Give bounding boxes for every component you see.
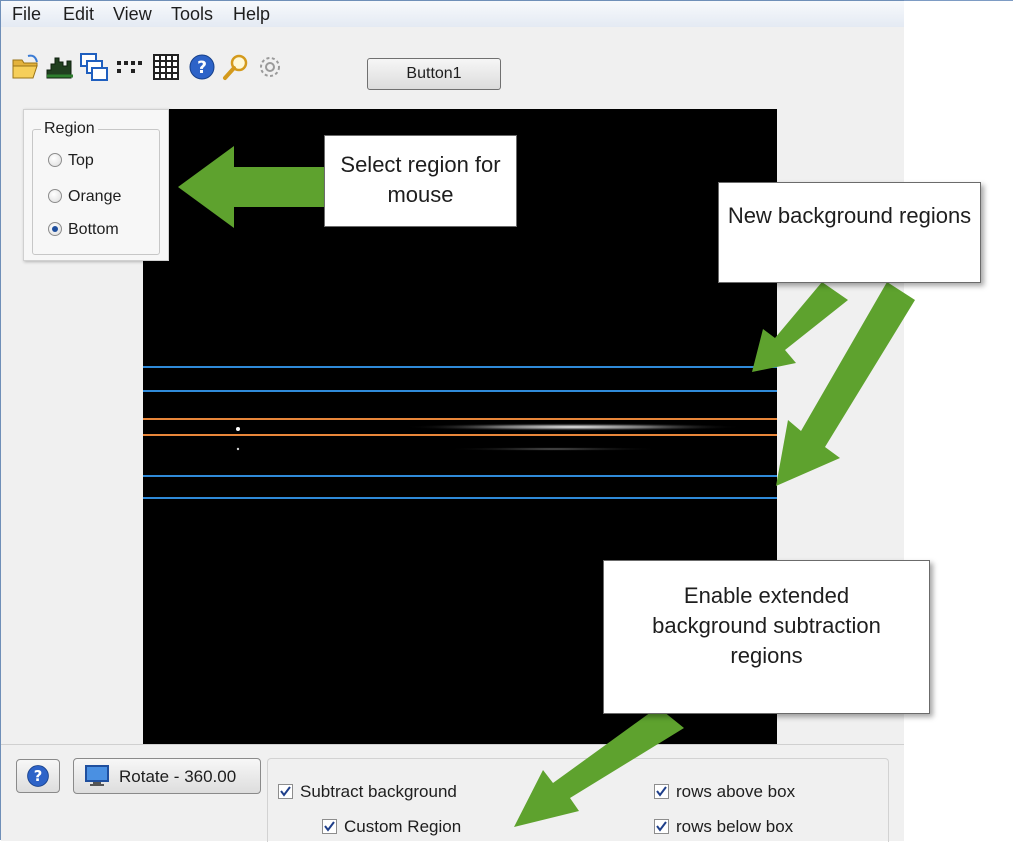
- arrow-to-custom-region: [514, 707, 684, 827]
- arrow-to-region: [178, 146, 330, 228]
- callout-new-background: New background regions: [718, 182, 981, 283]
- callout-enable-extended: Enable extended background subtraction r…: [603, 560, 930, 714]
- annotation-arrows: [178, 146, 915, 827]
- callout-select-region: Select region for mouse: [324, 135, 517, 227]
- arrow-to-background-top: [752, 282, 848, 372]
